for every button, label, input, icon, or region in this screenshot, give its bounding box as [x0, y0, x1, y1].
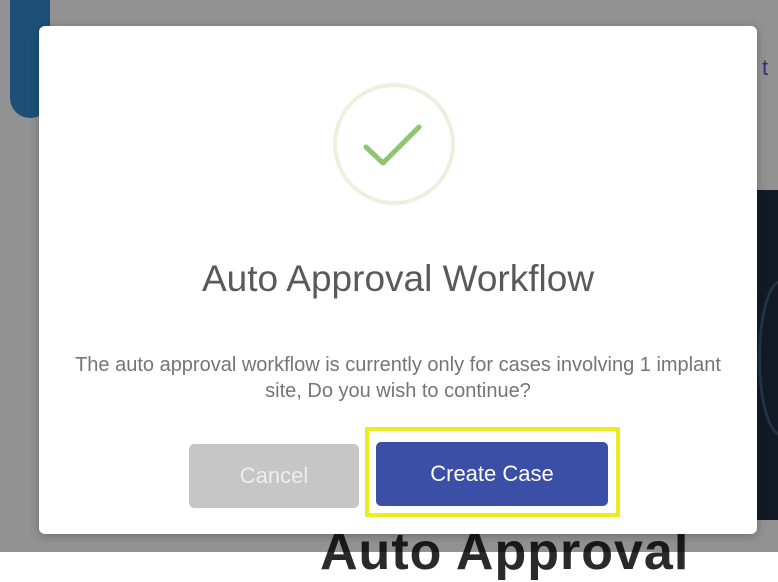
- dialog-message: The auto approval workflow is currently …: [75, 354, 721, 402]
- dialog-title: Auto Approval Workflow: [201, 258, 595, 299]
- auto-approval-dialog: Auto Approval Workflow The auto approval…: [39, 26, 757, 534]
- create-case-button[interactable]: Create Case: [376, 442, 608, 506]
- success-icon-ring: [333, 83, 455, 205]
- cancel-button[interactable]: Cancel: [189, 444, 359, 508]
- checkmark-icon: [363, 124, 422, 166]
